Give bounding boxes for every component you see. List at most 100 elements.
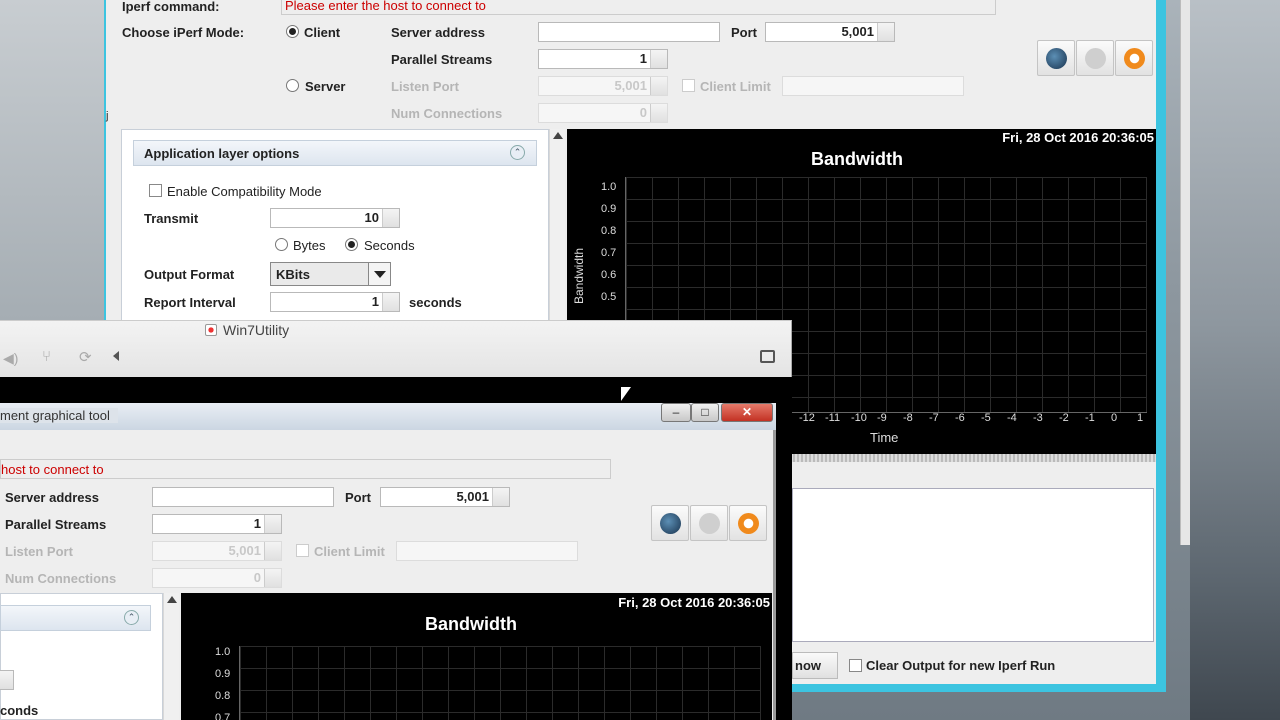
seconds-radio[interactable] <box>345 238 358 251</box>
iperf-logo-icon <box>1046 48 1067 69</box>
front-y-tick-label: 0.9 <box>215 668 231 680</box>
bytes-radio[interactable] <box>275 238 288 251</box>
front-y-tick-label: 1.0 <box>215 646 231 658</box>
y-tick-label: 0.6 <box>601 269 617 281</box>
front-run-button[interactable] <box>651 505 689 541</box>
front-y-tick-label: 0.7 <box>215 712 231 720</box>
transmit-spinner[interactable]: 10 <box>270 208 400 228</box>
x-tick-label: -7 <box>929 412 939 424</box>
client-limit-label: Client Limit <box>700 79 771 94</box>
compat-mode-checkbox[interactable] <box>149 184 162 197</box>
x-tick-label: -2 <box>1059 412 1069 424</box>
vm-toolbar <box>0 320 792 377</box>
x-tick-label: -9 <box>877 412 887 424</box>
server-address-input[interactable] <box>538 22 720 42</box>
dropdown-arrow-icon <box>368 263 390 285</box>
desktop-right-photo <box>1190 0 1280 720</box>
scroll-up-arrow-icon[interactable] <box>553 132 563 139</box>
front-partial-spinner[interactable] <box>0 670 14 690</box>
y-tick-label: 1.0 <box>601 181 617 193</box>
client-radio[interactable] <box>286 25 299 38</box>
listen-port-label: Listen Port <box>391 79 459 94</box>
parallel-streams-spinner[interactable]: 1 <box>538 49 668 69</box>
speaker-icon[interactable]: ◀) <box>3 350 18 367</box>
vm-window-title: Win7Utility <box>205 322 289 338</box>
x-tick-label: -10 <box>851 412 867 424</box>
server-radio[interactable] <box>286 79 299 92</box>
reset-button[interactable] <box>1115 40 1153 76</box>
front-listen-port-spinner: 5,001 <box>152 541 282 561</box>
x-tick-label: -5 <box>981 412 991 424</box>
server-label[interactable]: Server <box>305 79 345 94</box>
front-listen-port-label: Listen Port <box>5 544 73 559</box>
now-button-label: now <box>795 658 821 673</box>
front-window-title: ment graphical tool <box>0 408 118 423</box>
front-options-scrollbar[interactable] <box>163 593 179 720</box>
collapse-icon[interactable]: ⌃ <box>510 145 525 160</box>
front-iperf-logo-icon <box>660 513 681 534</box>
now-button[interactable]: now <box>792 652 838 679</box>
back-window-scrollbar[interactable] <box>1180 0 1190 545</box>
vm-title-text: Win7Utility <box>223 322 290 338</box>
front-client-limit-input <box>396 541 578 561</box>
front-stop-button[interactable] <box>690 505 728 541</box>
bytes-label[interactable]: Bytes <box>293 238 326 253</box>
run-iperf-button[interactable] <box>1037 40 1075 76</box>
front-scroll-up-arrow-icon[interactable] <box>167 596 177 603</box>
front-stop-icon <box>699 513 720 534</box>
restore-window-icon[interactable] <box>760 350 775 363</box>
server-address-label: Server address <box>391 25 485 40</box>
clear-output-checkbox[interactable] <box>849 659 862 672</box>
report-interval-spinner[interactable]: 1 <box>270 292 400 312</box>
parallel-streams-label: Parallel Streams <box>391 52 493 67</box>
iperf-command-error: Please enter the host to connect to <box>285 0 486 13</box>
front-server-address-label: Server address <box>5 490 99 505</box>
x-tick-label: -8 <box>903 412 913 424</box>
compat-mode-label: Enable Compatibility Mode <box>167 184 322 199</box>
front-port-label: Port <box>345 490 371 505</box>
mouse-cursor-icon <box>621 387 631 401</box>
stop-iperf-button[interactable] <box>1076 40 1114 76</box>
front-num-connections-label: Num Connections <box>5 571 117 586</box>
front-port-spinner[interactable]: 5,001 <box>380 487 510 507</box>
x-tick-label: -12 <box>799 412 815 424</box>
desktop-left <box>0 0 110 320</box>
front-refresh-icon <box>738 513 759 534</box>
y-tick-label: 0.7 <box>601 247 617 259</box>
vm-app-icon <box>205 324 217 336</box>
refresh-icon <box>1124 48 1145 69</box>
front-num-connections-spinner: 0 <box>152 568 282 588</box>
options-scrollbar[interactable] <box>549 129 565 329</box>
minimize-button[interactable]: – <box>661 403 691 422</box>
front-collapse-icon[interactable]: ⌃ <box>124 610 139 625</box>
application-layer-options-title: Application layer options <box>144 146 300 161</box>
client-label[interactable]: Client <box>304 25 340 40</box>
y-tick-label: 0.9 <box>601 203 617 215</box>
iperf-command-label: Iperf command: <box>122 0 220 14</box>
num-connections-label: Num Connections <box>391 106 503 121</box>
close-button[interactable]: ✕ <box>721 403 773 422</box>
front-server-address-input[interactable] <box>152 487 334 507</box>
front-chart-plot-area <box>239 646 761 720</box>
port-spinner[interactable]: 5,001 <box>765 22 895 42</box>
maximize-button[interactable]: □ <box>691 403 719 422</box>
output-textarea[interactable] <box>792 488 1154 642</box>
x-tick-label: -11 <box>825 412 841 424</box>
sync-icon[interactable]: ⟳ <box>79 348 92 366</box>
front-client-limit-label: Client Limit <box>314 544 385 559</box>
port-label: Port <box>731 25 757 40</box>
front-bandwidth-chart: Fri, 28 Oct 2016 20:36:05 Bandwidth 1.0 0… <box>181 593 772 720</box>
front-reset-button[interactable] <box>729 505 767 541</box>
usb-icon[interactable]: ⑂ <box>42 348 51 365</box>
seconds-label[interactable]: Seconds <box>364 238 415 253</box>
x-tick-label: 1 <box>1137 412 1144 424</box>
transmit-label: Transmit <box>144 211 199 226</box>
front-parallel-spinner[interactable]: 1 <box>152 514 282 534</box>
front-y-tick-label: 0.8 <box>215 690 231 702</box>
front-command-error: host to connect to <box>1 462 104 477</box>
output-format-select[interactable]: KBits <box>270 262 391 286</box>
y-axis-label: Bandwidth <box>572 247 587 305</box>
arrow-left-icon[interactable] <box>113 351 119 361</box>
clear-output-label: Clear Output for new Iperf Run <box>866 658 1056 673</box>
y-tick-label: 0.5 <box>601 291 617 303</box>
